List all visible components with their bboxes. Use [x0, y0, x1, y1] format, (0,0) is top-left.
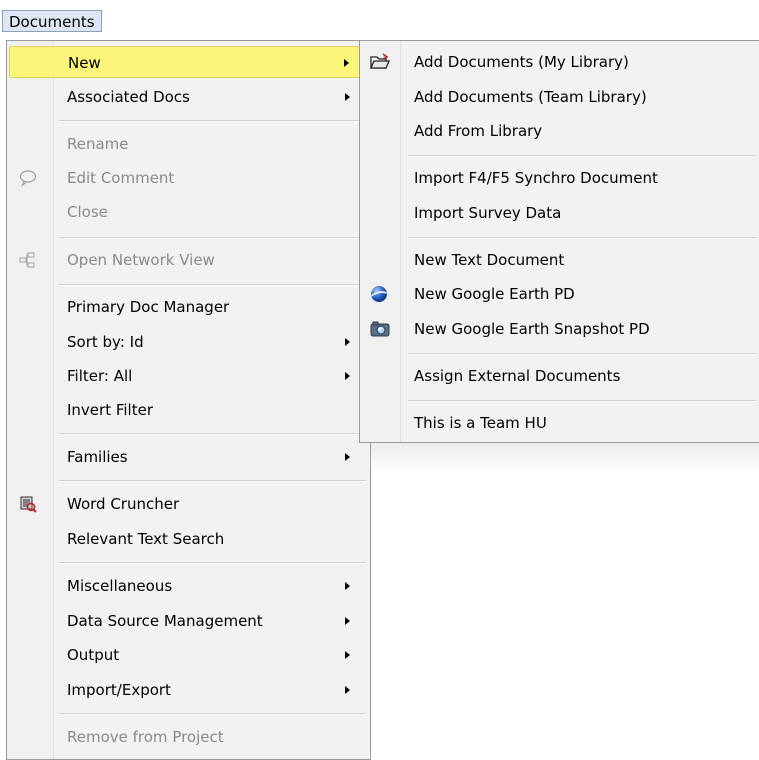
- submenu-item-add-from-library[interactable]: Add From Library: [362, 115, 758, 147]
- menu-item-edit-comment[interactable]: Edit Comment: [9, 162, 368, 194]
- submenu-arrow-icon: [345, 338, 350, 346]
- menu-item-data-source-management[interactable]: Data Source Management: [9, 605, 368, 637]
- menu-item-import-export[interactable]: Import/Export: [9, 674, 368, 706]
- submenu-shadow: [371, 443, 759, 753]
- submenu-item-import-synchro[interactable]: Import F4/F5 Synchro Document: [362, 162, 758, 194]
- menu-item-label: Data Source Management: [67, 612, 263, 630]
- menu-item-label: Invert Filter: [67, 401, 154, 419]
- menu-separator: [59, 237, 366, 239]
- menu-separator: [59, 433, 366, 435]
- submenu-arrow-icon: [345, 453, 350, 461]
- submenu-arrow-icon: [345, 582, 350, 590]
- menu-separator: [408, 400, 756, 402]
- submenu-item-label: Import F4/F5 Synchro Document: [414, 169, 658, 187]
- menu-item-label: Sort by: Id: [67, 333, 144, 351]
- menu-item-label: Edit Comment: [67, 169, 175, 187]
- submenu-item-label: Add From Library: [414, 122, 543, 140]
- menu-separator: [59, 562, 366, 564]
- menu-item-label: Close: [67, 203, 108, 221]
- menu-separator: [408, 155, 756, 157]
- menu-item-label: Output: [67, 646, 120, 664]
- menu-item-filter[interactable]: Filter: All: [9, 360, 368, 392]
- network-icon: [19, 251, 37, 269]
- new-submenu: Add Documents (My Library) Add Documents…: [359, 40, 759, 443]
- menu-item-close[interactable]: Close: [9, 196, 368, 228]
- menu-item-label: Associated Docs: [67, 88, 190, 106]
- camera-icon: [370, 320, 390, 338]
- menu-item-label: Word Cruncher: [67, 495, 180, 513]
- submenu-arrow-icon: [345, 686, 350, 694]
- open-folder-icon: [370, 53, 390, 71]
- menu-item-label: Miscellaneous: [67, 577, 173, 595]
- menu-item-label: Rename: [67, 135, 129, 153]
- menu-item-label: Primary Doc Manager: [67, 298, 230, 316]
- submenu-item-label: This is a Team HU: [414, 414, 547, 432]
- submenu-item-new-google-earth-pd[interactable]: New Google Earth PD: [362, 278, 758, 310]
- menu-item-families[interactable]: Families: [9, 441, 368, 473]
- submenu-item-import-survey-data[interactable]: Import Survey Data: [362, 197, 758, 229]
- menu-separator: [408, 237, 756, 239]
- google-earth-icon: [370, 285, 388, 303]
- menu-item-output[interactable]: Output: [9, 639, 368, 671]
- word-cruncher-icon: [19, 495, 37, 513]
- submenu-item-label: New Google Earth PD: [414, 285, 575, 303]
- menu-item-primary-doc-manager[interactable]: Primary Doc Manager: [9, 291, 368, 323]
- submenu-item-label: Assign External Documents: [414, 367, 621, 385]
- submenu-item-add-documents-my-library[interactable]: Add Documents (My Library): [362, 46, 758, 78]
- submenu-item-new-google-earth-snapshot-pd[interactable]: New Google Earth Snapshot PD: [362, 313, 758, 345]
- menu-item-miscellaneous[interactable]: Miscellaneous: [9, 570, 368, 602]
- menu-item-remove-from-project[interactable]: Remove from Project: [9, 721, 368, 753]
- submenu-item-add-documents-team-library[interactable]: Add Documents (Team Library): [362, 81, 758, 113]
- comment-icon: [19, 169, 37, 187]
- menu-item-label: Families: [67, 448, 128, 466]
- menubar-documents[interactable]: Documents: [2, 10, 102, 32]
- menu-item-label: Filter: All: [67, 367, 133, 385]
- menu-item-word-cruncher[interactable]: Word Cruncher: [9, 488, 368, 520]
- documents-menu: New Associated Docs Rename Edit Comment …: [6, 40, 371, 760]
- submenu-arrow-icon: [345, 93, 350, 101]
- submenu-item-label: New Text Document: [414, 251, 565, 269]
- menu-item-new[interactable]: New: [9, 46, 368, 78]
- submenu-item-this-is-a-team-hu[interactable]: This is a Team HU: [362, 407, 758, 439]
- menu-separator: [59, 713, 366, 715]
- submenu-arrow-icon: [344, 59, 349, 67]
- submenu-item-label: Import Survey Data: [414, 204, 562, 222]
- submenu-arrow-icon: [345, 651, 350, 659]
- menu-item-label: Open Network View: [67, 251, 215, 269]
- menu-separator: [59, 480, 366, 482]
- menu-item-label: New: [68, 54, 101, 72]
- submenu-item-new-text-document[interactable]: New Text Document: [362, 244, 758, 276]
- submenu-arrow-icon: [345, 372, 350, 380]
- menu-item-relevant-text-search[interactable]: Relevant Text Search: [9, 523, 368, 555]
- submenu-item-label: New Google Earth Snapshot PD: [414, 320, 650, 338]
- submenu-arrow-icon: [345, 617, 350, 625]
- menu-item-label: Remove from Project: [67, 728, 224, 746]
- menu-item-rename[interactable]: Rename: [9, 128, 368, 160]
- menu-item-sort-by[interactable]: Sort by: Id: [9, 326, 368, 358]
- menu-item-open-network-view[interactable]: Open Network View: [9, 244, 368, 276]
- menu-separator: [408, 353, 756, 355]
- submenu-item-label: Add Documents (My Library): [414, 53, 629, 71]
- submenu-item-assign-external-documents[interactable]: Assign External Documents: [362, 360, 758, 392]
- menu-separator: [59, 284, 366, 286]
- menu-item-label: Relevant Text Search: [67, 530, 225, 548]
- submenu-item-label: Add Documents (Team Library): [414, 88, 647, 106]
- menu-separator: [59, 120, 366, 122]
- menu-item-label: Import/Export: [67, 681, 171, 699]
- menu-item-invert-filter[interactable]: Invert Filter: [9, 394, 368, 426]
- menu-item-associated-docs[interactable]: Associated Docs: [9, 81, 368, 113]
